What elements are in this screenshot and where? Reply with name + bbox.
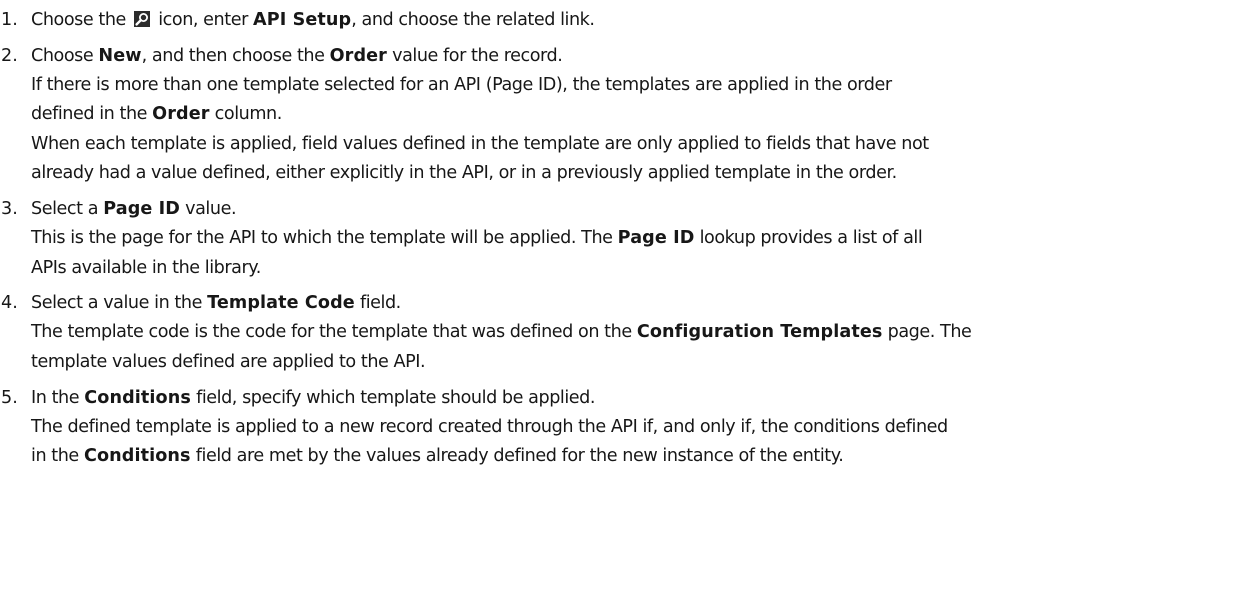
text-segment: lookup provides a list of all — [694, 228, 923, 248]
step-line: already had a value defined, either expl… — [31, 163, 897, 183]
text-segment: Choose the — [31, 10, 132, 30]
text-segment: in the — [31, 446, 84, 466]
ui-term: Order — [152, 104, 210, 124]
step-line: Choose the icon, enter API Setup, and ch… — [31, 10, 595, 30]
text-segment: field, specify which template should be … — [190, 388, 596, 408]
text-segment: If there is more than one template selec… — [31, 75, 892, 95]
ui-term: Conditions — [83, 446, 191, 466]
text-segment: field are met by the values already defi… — [190, 446, 844, 466]
text-segment: When each template is applied, field val… — [31, 134, 929, 154]
text-segment: The template code is the code for the te… — [31, 322, 637, 342]
step-line: Select a Page ID value. — [31, 199, 237, 219]
text-segment: value. — [180, 199, 237, 219]
text-segment: field. — [354, 293, 401, 313]
step-number: 2. — [1, 46, 18, 66]
ui-term: Conditions — [84, 388, 191, 408]
text-segment: Select a — [31, 199, 104, 219]
text-segment: column. — [209, 104, 283, 124]
search-icon — [134, 11, 151, 27]
step-line: in the Conditions field are met by the v… — [31, 446, 844, 466]
step-line: This is the page for the API to which th… — [31, 228, 923, 248]
step-number: 5. — [1, 388, 18, 408]
text-segment: The defined template is applied to a new… — [31, 417, 948, 437]
step-number: 3. — [1, 199, 18, 219]
text-segment: This is the page for the API to which th… — [31, 228, 618, 248]
step-line: defined in the Order column. — [31, 104, 282, 124]
ui-term: New — [98, 46, 142, 66]
text-segment: Select a value in the — [31, 293, 208, 313]
text-segment: template values defined are applied to t… — [31, 352, 426, 372]
ui-term: Page ID — [617, 228, 695, 248]
text-segment: page. The — [882, 322, 972, 342]
ui-term: Configuration Templates — [636, 322, 883, 342]
text-segment: In the — [31, 388, 85, 408]
text-segment: Choose — [31, 46, 99, 66]
text-segment: value for the record. — [386, 46, 563, 66]
step-line: Select a value in the Template Code fiel… — [31, 293, 401, 313]
ui-term: API Setup — [253, 10, 352, 30]
step-line: When each template is applied, field val… — [31, 134, 929, 154]
step-number: 4. — [1, 293, 18, 313]
text-segment: , and choose the related link. — [351, 10, 595, 30]
text-segment: already had a value defined, either expl… — [31, 163, 897, 183]
step-line: The defined template is applied to a new… — [31, 417, 948, 437]
text-segment: icon, enter — [153, 10, 254, 30]
step-line: APIs available in the library. — [31, 258, 261, 278]
step-line: Choose New, and then choose the Order va… — [31, 46, 563, 66]
step-number: 1. — [1, 10, 18, 30]
step-line: If there is more than one template selec… — [31, 75, 892, 95]
text-segment: APIs available in the library. — [31, 258, 261, 278]
step-line: The template code is the code for the te… — [31, 322, 972, 342]
text-segment: , and then choose the — [141, 46, 330, 66]
instructions-document: 1. Choose the icon, enter API Setup, and… — [0, 0, 1258, 611]
step-line: template values defined are applied to t… — [31, 352, 426, 372]
text-segment: defined in the — [31, 104, 153, 124]
ui-term: Order — [329, 46, 387, 66]
step-line: In the Conditions field, specify which t… — [31, 388, 595, 408]
ui-term: Page ID — [103, 199, 180, 219]
ui-term: Template Code — [207, 293, 355, 313]
